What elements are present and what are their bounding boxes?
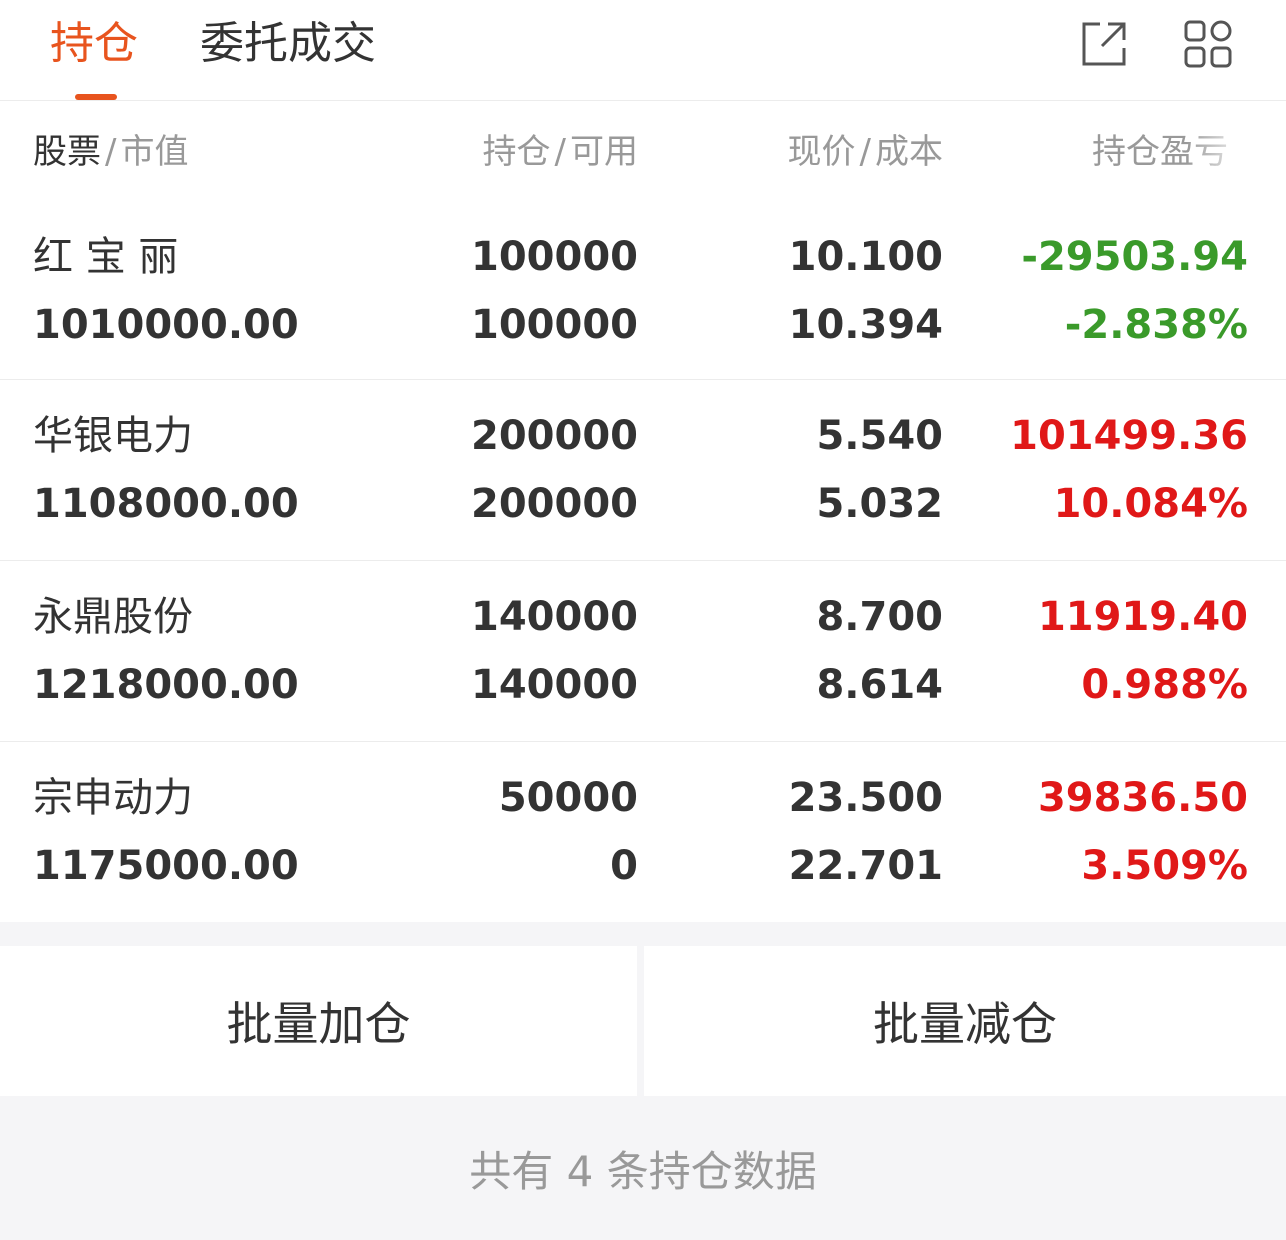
pnl-amount: 11919.40 [1037,594,1248,640]
tab-holdings[interactable]: 持仓 [50,14,138,74]
market-value: 1010000.00 [33,302,299,348]
market-value: 1108000.00 [33,481,299,527]
available-qty: 100000 [471,302,638,348]
pnl-percent: 3.509% [1081,843,1248,889]
available-qty: 140000 [471,662,638,708]
pnl-amount: -29503.94 [1021,234,1248,280]
header-position: 持仓 [482,132,551,172]
cost-price: 10.394 [788,302,943,348]
stock-name: 永鼎股份 [33,594,193,640]
stock-name: 宗申动力 [33,775,193,821]
header-stock: 股票 [33,132,101,172]
grid-icon[interactable] [1184,20,1232,68]
header-stock-mv[interactable]: 股票 / 市值 [33,129,188,175]
header-price-cost[interactable]: 现价 / 成本 [788,129,943,175]
holding-row[interactable]: 永鼎股份 1218000.00 140000 140000 8.700 8.61… [0,561,1286,742]
header-cost: 成本 [875,132,943,172]
cost-price: 5.032 [816,481,943,527]
pnl-percent: -2.838% [1064,302,1248,348]
batch-actions: 批量加仓 批量减仓 [0,946,1286,1096]
holdings-count-text: 共有 4 条持仓数据 [0,1096,1286,1240]
pnl-percent: 0.988% [1081,662,1248,708]
current-price: 23.500 [788,775,943,821]
header-market-value: 市值 [120,132,189,172]
header-price: 现价 [787,132,856,172]
batch-add-button[interactable]: 批量加仓 [0,946,637,1096]
available-qty: 200000 [471,481,638,527]
holding-row[interactable]: 华银电力 1108000.00 200000 200000 5.540 5.03… [0,380,1286,561]
stock-name: 华银电力 [33,413,193,459]
share-icon[interactable] [1080,20,1128,68]
holdings-list: 红 宝 丽 1010000.00 100000 100000 10.100 10… [0,201,1286,922]
header-position-available[interactable]: 持仓 / 可用 [483,129,638,175]
pnl-percent: 10.084% [1053,481,1248,527]
tab-orders[interactable]: 委托成交 [200,14,376,74]
current-price: 8.700 [816,594,943,640]
cost-price: 22.701 [788,843,943,889]
cost-price: 8.614 [816,662,943,708]
button-divider [637,946,644,1096]
position-qty: 200000 [471,413,638,459]
column-header: 股票 / 市值 持仓 / 可用 现价 / 成本 持仓盈亏 [0,101,1286,201]
market-value: 1218000.00 [33,662,299,708]
header-fade [1186,129,1256,175]
section-gap [0,922,1286,946]
position-qty: 50000 [498,775,638,821]
position-qty: 140000 [471,594,638,640]
pnl-amount: 101499.36 [1010,413,1248,459]
position-qty: 100000 [471,234,638,280]
top-bar: 持仓 委托成交 [0,0,1286,101]
header-available: 可用 [570,132,638,172]
available-qty: 0 [610,843,638,889]
holding-row[interactable]: 宗申动力 1175000.00 50000 0 23.500 22.701 39… [0,742,1286,922]
current-price: 5.540 [816,413,943,459]
current-price: 10.100 [788,234,943,280]
pnl-amount: 39836.50 [1037,775,1248,821]
holding-row[interactable]: 红 宝 丽 1010000.00 100000 100000 10.100 10… [0,201,1286,380]
stock-name: 红 宝 丽 [33,234,179,280]
active-tab-indicator [75,94,117,100]
market-value: 1175000.00 [33,843,299,889]
batch-reduce-button[interactable]: 批量减仓 [644,946,1286,1096]
